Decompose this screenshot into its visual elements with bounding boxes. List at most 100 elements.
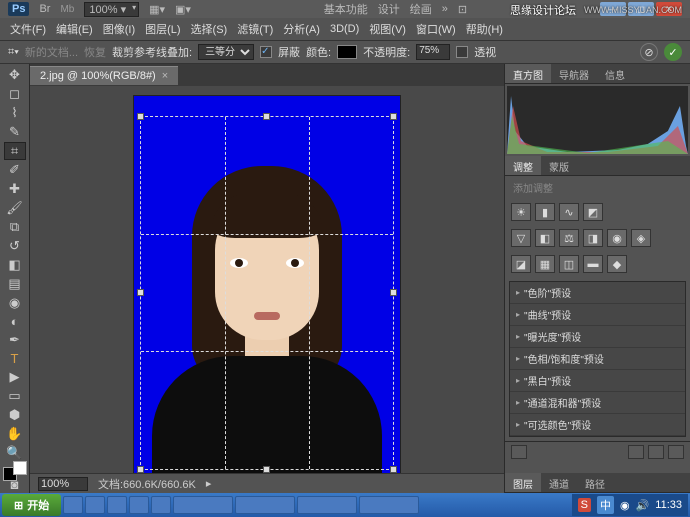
- taskbar-app-6[interactable]: [173, 496, 233, 514]
- menu-edit[interactable]: 编辑(E): [52, 19, 97, 39]
- cancel-crop-button[interactable]: ⊘: [640, 43, 658, 61]
- preset-selectivecolor[interactable]: "可选颜色"预设: [510, 414, 685, 436]
- brush-tool[interactable]: 🖌: [4, 199, 26, 217]
- cslive-icon[interactable]: ⊡: [458, 3, 467, 16]
- adj-hue-icon[interactable]: ◧: [535, 229, 555, 247]
- status-more-icon[interactable]: ▸: [206, 477, 212, 490]
- workspace-more-icon[interactable]: »: [442, 3, 448, 15]
- adj-exposure-icon[interactable]: ◩: [583, 203, 603, 221]
- taskbar-app-5[interactable]: [151, 496, 171, 514]
- eyedropper-tool[interactable]: ✐: [4, 161, 26, 179]
- adj-posterize-icon[interactable]: ▦: [535, 255, 555, 273]
- adj-channelmixer-icon[interactable]: ◈: [631, 229, 651, 247]
- taskbar-app-8[interactable]: [297, 496, 357, 514]
- tab-paths[interactable]: 路径: [577, 473, 613, 492]
- menu-layer[interactable]: 图层(L): [141, 19, 184, 39]
- adj-reset-icon[interactable]: [628, 445, 644, 459]
- blur-tool[interactable]: ◉: [4, 294, 26, 312]
- shield-color-swatch[interactable]: [337, 45, 357, 59]
- menu-file[interactable]: 文件(F): [6, 19, 50, 39]
- taskbar-app-2[interactable]: [85, 496, 105, 514]
- hand-tool[interactable]: ✋: [4, 425, 26, 443]
- adj-vibrance-icon[interactable]: ▽: [511, 229, 531, 247]
- crop-handle-n[interactable]: [263, 113, 270, 120]
- preset-levels[interactable]: "色阶"预设: [510, 282, 685, 304]
- pen-tool[interactable]: ✒: [4, 331, 26, 349]
- crop-handle-e[interactable]: [390, 289, 397, 296]
- adj-clip-icon[interactable]: [511, 445, 527, 459]
- stamp-tool[interactable]: ⧉: [4, 218, 26, 236]
- adj-view-icon[interactable]: [648, 445, 664, 459]
- adj-gradientmap-icon[interactable]: ▬: [583, 255, 603, 273]
- tray-icon-1[interactable]: ◉: [620, 499, 630, 512]
- crop-tool-icon[interactable]: ⌗▾: [8, 46, 19, 59]
- preset-channelmixer[interactable]: "通道混和器"预设: [510, 392, 685, 414]
- taskbar-app-3[interactable]: [107, 496, 127, 514]
- tab-navigator[interactable]: 导航器: [551, 64, 597, 83]
- adj-photofilter-icon[interactable]: ◉: [607, 229, 627, 247]
- close-tab-icon[interactable]: ×: [162, 70, 168, 82]
- preset-hue[interactable]: "色相/饱和度"预设: [510, 348, 685, 370]
- tab-histogram[interactable]: 直方图: [505, 64, 551, 83]
- workspace-design[interactable]: 设计: [378, 1, 400, 17]
- eraser-tool[interactable]: ◧: [4, 256, 26, 274]
- adj-delete-icon[interactable]: [668, 445, 684, 459]
- bridge-link[interactable]: Br: [39, 3, 50, 15]
- preset-curves[interactable]: "曲线"预设: [510, 304, 685, 326]
- taskbar-app-1[interactable]: [63, 496, 83, 514]
- adj-invert-icon[interactable]: ◪: [511, 255, 531, 273]
- adj-bw-icon[interactable]: ◨: [583, 229, 603, 247]
- type-tool[interactable]: T: [4, 350, 26, 367]
- adj-selectivecolor-icon[interactable]: ◆: [607, 255, 627, 273]
- adj-colorbalance-icon[interactable]: ⚖: [559, 229, 579, 247]
- healing-tool[interactable]: ✚: [4, 180, 26, 198]
- color-swatches[interactable]: [3, 467, 27, 475]
- tab-info[interactable]: 信息: [597, 64, 633, 83]
- zoom-input[interactable]: [38, 477, 88, 491]
- preset-exposure[interactable]: "曝光度"预设: [510, 326, 685, 348]
- crop-handle-nw[interactable]: [137, 113, 144, 120]
- crop-handle-se[interactable]: [390, 466, 397, 473]
- dodge-tool[interactable]: ◐: [4, 313, 26, 330]
- taskbar-app-4[interactable]: [129, 496, 149, 514]
- start-button[interactable]: ⊞ 开始: [2, 494, 61, 516]
- move-tool[interactable]: ✥: [4, 66, 26, 84]
- opacity-value[interactable]: 75%: [416, 44, 450, 60]
- menu-help[interactable]: 帮助(H): [462, 19, 507, 39]
- screen-mode-icon[interactable]: ▣▾: [175, 3, 191, 16]
- tray-sogou-icon[interactable]: S: [578, 498, 591, 512]
- shield-checkbox[interactable]: [260, 46, 272, 58]
- menu-filter[interactable]: 滤镜(T): [233, 19, 277, 39]
- tab-adjustments[interactable]: 调整: [505, 156, 541, 175]
- menu-select[interactable]: 选择(S): [187, 19, 232, 39]
- crop-handle-w[interactable]: [137, 289, 144, 296]
- background-color[interactable]: [13, 461, 27, 475]
- taskbar-app-7[interactable]: [235, 496, 295, 514]
- crop-handle-sw[interactable]: [137, 466, 144, 473]
- crop-tool[interactable]: ⌗: [4, 142, 26, 160]
- gradient-tool[interactable]: ▤: [4, 275, 26, 293]
- tray-clock[interactable]: 11:33: [655, 499, 682, 511]
- quick-select-tool[interactable]: ✎: [4, 123, 26, 141]
- taskbar-app-9[interactable]: [359, 496, 419, 514]
- canvas-area[interactable]: [30, 86, 504, 473]
- crop-marquee[interactable]: [140, 116, 394, 470]
- overlay-select[interactable]: 三等分: [198, 44, 254, 60]
- commit-crop-button[interactable]: ✓: [664, 43, 682, 61]
- adj-levels-icon[interactable]: ▮: [535, 203, 555, 221]
- adj-brightness-icon[interactable]: ☀: [511, 203, 531, 221]
- menu-3d[interactable]: 3D(D): [326, 21, 363, 37]
- menu-image[interactable]: 图像(I): [99, 19, 139, 39]
- zoom-tool[interactable]: 🔍: [4, 444, 26, 462]
- menu-analysis[interactable]: 分析(A): [279, 19, 324, 39]
- adj-curves-icon[interactable]: ∿: [559, 203, 579, 221]
- preset-bw[interactable]: "黑白"预设: [510, 370, 685, 392]
- workspace-basic[interactable]: 基本功能: [324, 1, 368, 17]
- shape-tool[interactable]: ▭: [4, 387, 26, 405]
- menu-view[interactable]: 视图(V): [365, 19, 410, 39]
- 3d-tool[interactable]: ⬢: [4, 406, 26, 424]
- perspective-checkbox[interactable]: [456, 46, 468, 58]
- arrange-docs-icon[interactable]: ▦▾: [149, 3, 165, 16]
- zoom-preset-dropdown[interactable]: 100% ▾: [84, 2, 139, 17]
- crop-handle-ne[interactable]: [390, 113, 397, 120]
